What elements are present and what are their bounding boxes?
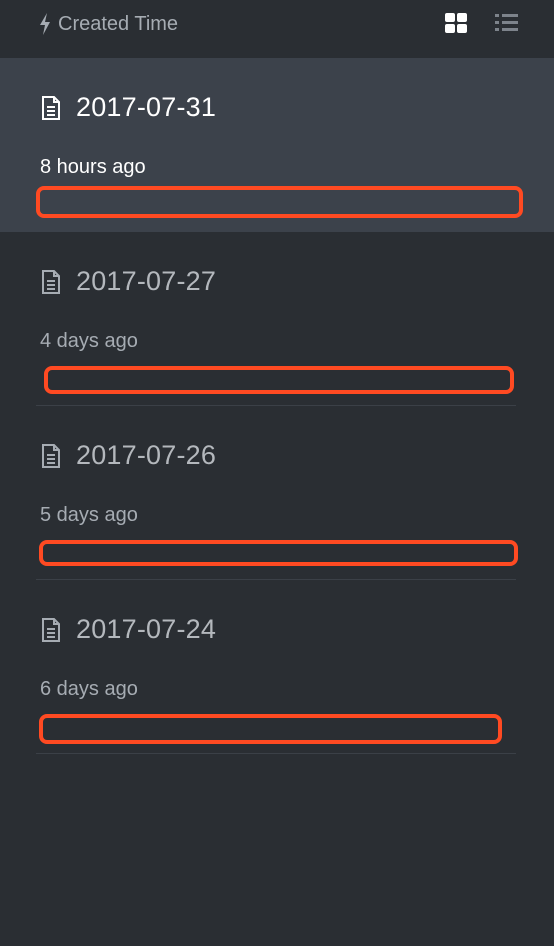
note-preview-highlight (44, 366, 514, 394)
divider (36, 753, 516, 754)
sort-button[interactable]: Created Time (38, 10, 178, 38)
note-item[interactable]: 2017-07-26 5 days ago (0, 406, 554, 580)
note-time: 6 days ago (40, 678, 138, 700)
toolbar: Created Time (0, 0, 554, 58)
note-item[interactable]: 2017-07-31 8 hours ago (0, 58, 554, 232)
note-title: 2017-07-27 (76, 266, 217, 296)
note-preview-highlight (39, 540, 518, 566)
note-title: 2017-07-24 (76, 614, 217, 644)
note-title: 2017-07-31 (76, 92, 217, 122)
note-preview-highlight (36, 186, 523, 218)
document-icon (42, 444, 60, 468)
document-icon (42, 96, 60, 120)
list-view-icon[interactable] (494, 12, 520, 34)
bolt-icon (40, 13, 50, 35)
grid-view-icon[interactable] (444, 12, 470, 34)
sort-label: Created Time (58, 12, 179, 35)
note-list-panel: Created Time 2017-07-31 8 hours ago 2017… (0, 0, 554, 946)
note-time: 5 days ago (40, 504, 138, 526)
document-icon (42, 618, 60, 642)
note-preview-highlight (39, 714, 502, 744)
note-item[interactable]: 2017-07-27 4 days ago (0, 232, 554, 406)
note-time: 8 hours ago (40, 156, 146, 178)
note-title: 2017-07-26 (76, 440, 217, 470)
document-icon (42, 270, 60, 294)
note-list: 2017-07-31 8 hours ago 2017-07-27 4 days… (0, 58, 554, 754)
note-item[interactable]: 2017-07-24 6 days ago (0, 580, 554, 754)
note-time: 4 days ago (40, 330, 138, 352)
